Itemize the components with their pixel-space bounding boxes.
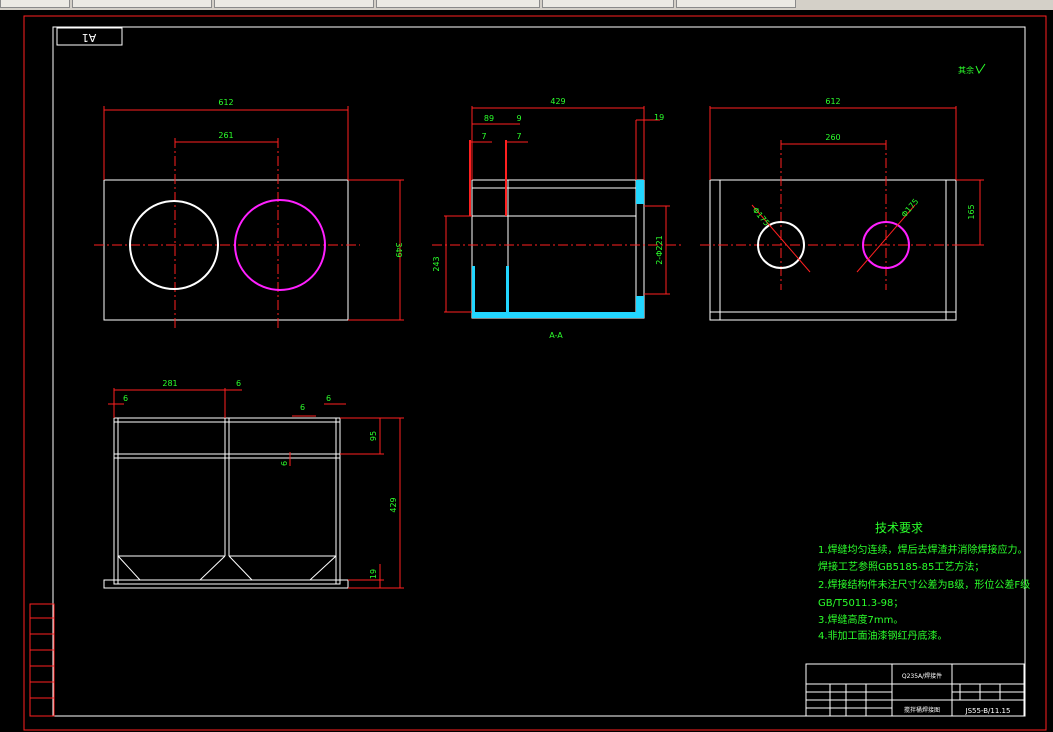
dim-side-height: 165 xyxy=(967,204,976,219)
dim-section-7b: 7 xyxy=(516,132,521,141)
title-drawing-no: JS55-B/11.15 xyxy=(965,707,1011,715)
section-label: A-A xyxy=(549,331,563,340)
sheet-size-label: A1 xyxy=(82,31,97,44)
tech-title: 技术要求 xyxy=(875,521,923,535)
dim-bottom-429: 429 xyxy=(389,497,398,512)
dim-section-89: 89 xyxy=(484,114,494,123)
title-material: Q235A/焊接件 xyxy=(902,672,942,680)
tab[interactable] xyxy=(376,0,540,8)
dim-front-width: 612 xyxy=(218,98,233,107)
bottom-body-outline xyxy=(113,417,341,585)
dim-side-dia2: Φ175 xyxy=(900,197,921,219)
roughness-symbol-icon xyxy=(975,63,986,75)
sheet-inner-frame xyxy=(52,26,1026,717)
tab[interactable] xyxy=(676,0,796,8)
dim-section-9: 9 xyxy=(516,114,521,123)
dim-section-total: 429 xyxy=(550,97,565,106)
tech-line: 3.焊缝高度7mm。 xyxy=(818,613,903,626)
bottom-view: 281 6 6 6 6 6 95 429 19 xyxy=(103,379,404,589)
dim-front-spacing: 261 xyxy=(218,131,233,140)
section-weld-hatch xyxy=(636,180,644,204)
dim-side-spacing: 260 xyxy=(825,133,840,142)
dim-section-7a: 7 xyxy=(481,132,486,141)
dim-bottom-6a: 6 xyxy=(236,379,241,388)
tab[interactable] xyxy=(214,0,374,8)
tech-line: 焊接工艺参照GB5185-85工艺方法； xyxy=(818,560,984,573)
dim-section-243: 243 xyxy=(432,256,441,271)
title-block: Q235A/焊接件 搅拌桶焊接图 JS55-B/11.15 xyxy=(805,663,1025,717)
tab[interactable] xyxy=(0,0,70,8)
tech-line: 2.焊接结构件未注尺寸公差为B级，形位公差F级 xyxy=(818,578,1030,591)
front-view: 612 261 349 xyxy=(94,98,404,330)
tech-line: 1.焊缝均匀连续，焊后去焊渣并消除焊接应力。 xyxy=(818,543,1028,556)
section-view: 429 89 9 19 7 7 243 2-Φ221 A-A xyxy=(432,97,684,340)
front-plate-outline xyxy=(103,179,349,321)
tab[interactable] xyxy=(72,0,212,8)
roughness-note: 其余 xyxy=(958,65,974,75)
dim-side-width: 612 xyxy=(825,97,840,106)
tech-requirements: 技术要求 1.焊缝均匀连续，焊后去焊渣并消除焊接应力。 焊接工艺参照GB5185… xyxy=(818,521,1030,642)
tab[interactable] xyxy=(542,0,674,8)
tech-line: GB/T5011.3-98； xyxy=(818,598,903,609)
dim-bottom-19: 19 xyxy=(369,569,378,579)
dim-bottom-95: 95 xyxy=(369,431,378,441)
side-view: 612 260 165 Φ175 Φ175 xyxy=(700,97,984,321)
dim-bottom-6e: 6 xyxy=(280,461,289,466)
dim-section-19: 19 xyxy=(654,113,664,122)
side-stamp xyxy=(29,603,55,717)
dim-section-dia: 2-Φ221 xyxy=(655,235,664,265)
tab-bar xyxy=(0,0,1053,10)
tech-line: 4.非加工面油漆钢红丹底漆。 xyxy=(818,629,948,642)
dim-side-dia1: Φ175 xyxy=(750,206,771,228)
dim-bottom-6c: 6 xyxy=(300,403,305,412)
section-outline xyxy=(471,179,645,319)
dim-bottom-6b: 6 xyxy=(123,394,128,403)
side-plate-outline xyxy=(709,179,957,321)
dim-bottom-281: 281 xyxy=(162,379,177,388)
title-name: 搅拌桶焊接图 xyxy=(904,706,940,714)
dim-bottom-6d: 6 xyxy=(326,394,331,403)
dim-front-height: 349 xyxy=(394,242,403,257)
drawing-canvas[interactable]: A1 其余 612 261 349 429 89 9 19 7 7 243 2-… xyxy=(0,10,1053,732)
